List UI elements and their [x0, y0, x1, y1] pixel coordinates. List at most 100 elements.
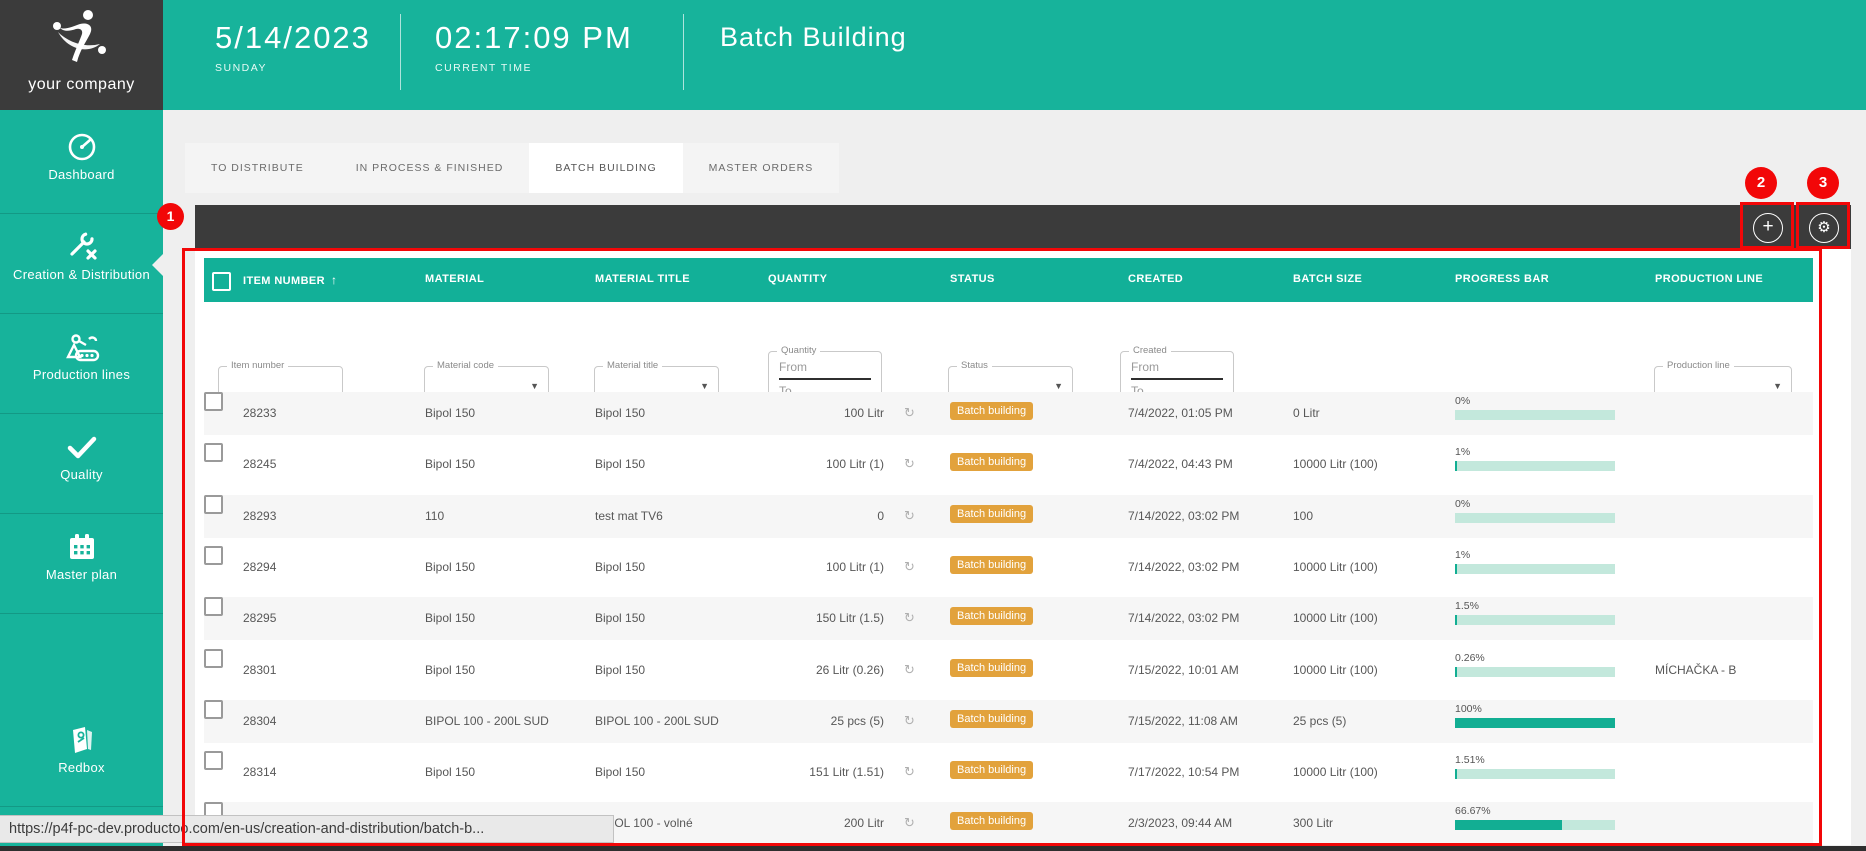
cell-item-number: 28294	[243, 560, 277, 574]
sidebar-item-quality[interactable]: Quality	[0, 413, 163, 514]
progress-bar-track	[1455, 513, 1615, 523]
cell-material: Bipol 150	[425, 663, 476, 677]
column-header-material-title[interactable]: MATERIAL TITLE	[595, 273, 690, 285]
sidebar-item-master-plan[interactable]: Master plan	[0, 513, 163, 614]
column-header-batch-size[interactable]: BATCH SIZE	[1293, 273, 1362, 285]
select-all-checkbox[interactable]	[212, 272, 231, 291]
row-checkbox[interactable]	[204, 751, 223, 770]
cell-quantity: 0	[877, 509, 884, 523]
tab-batch-building[interactable]: BATCH BUILDING	[529, 143, 683, 193]
header-divider	[683, 14, 684, 90]
cell-status: Batch building	[950, 812, 1034, 830]
cell-progress: 1%	[1455, 549, 1615, 574]
sidebar-item-dashboard[interactable]: Dashboard	[0, 113, 163, 214]
current-time: 02:17:09 PM	[435, 20, 633, 55]
progress-bar-track	[1455, 615, 1615, 625]
tab-in-process-finished[interactable]: IN PROCESS & FINISHED	[329, 143, 530, 193]
cell-progress: 0.26%	[1455, 652, 1615, 677]
cell-batch-size: 10000 Litr (100)	[1293, 457, 1378, 471]
cell-material-title: Bipol 150	[595, 663, 646, 677]
table-row[interactable]: 28293 110 test mat TV6 0 ↻ Batch building 7/14…	[204, 495, 1813, 538]
refresh-icon[interactable]: ↻	[904, 456, 915, 472]
table-row[interactable]: 28233 Bipol 150 Bipol 150 100 Litr ↻ Batch bu…	[204, 392, 1813, 435]
cell-item-number: 28233	[243, 406, 277, 420]
cell-batch-size: 300 Litr	[1293, 816, 1334, 830]
row-checkbox[interactable]	[204, 392, 223, 411]
cell-status: Batch building	[950, 761, 1034, 779]
chevron-down-icon[interactable]: ▼	[700, 381, 709, 391]
page-title: Batch Building	[720, 22, 907, 52]
column-header-created[interactable]: CREATED	[1128, 273, 1183, 285]
table-row[interactable]: 28294 Bipol 150 Bipol 150 100 Litr (1) ↻ Batc…	[204, 546, 1813, 589]
tools-icon	[0, 229, 163, 265]
refresh-icon[interactable]: ↻	[904, 815, 915, 831]
table-row[interactable]: 28301 Bipol 150 Bipol 150 26 Litr (0.26) ↻ Ba…	[204, 649, 1813, 692]
column-header-status[interactable]: STATUS	[950, 273, 995, 285]
calendar-icon	[0, 529, 163, 565]
status-badge: Batch building	[950, 710, 1034, 728]
chevron-down-icon[interactable]: ▼	[530, 381, 539, 391]
sidebar: Dashboard Creation & Distribution Produc…	[0, 110, 163, 851]
row-checkbox[interactable]	[204, 649, 223, 668]
cell-batch-size: 25 pcs (5)	[1293, 714, 1347, 728]
column-header-item-number[interactable]: ITEM NUMBER ↑	[243, 273, 337, 287]
row-checkbox[interactable]	[204, 546, 223, 565]
status-badge: Batch building	[950, 607, 1034, 625]
column-header-quantity[interactable]: QUANTITY	[768, 273, 827, 285]
progress-bar-track	[1455, 667, 1615, 677]
row-checkbox[interactable]	[204, 443, 223, 462]
refresh-icon[interactable]: ↻	[904, 508, 915, 524]
cell-material-title: Bipol 150	[595, 457, 646, 471]
progress-percent-label: 100%	[1455, 703, 1482, 715]
cell-batch-size: 10000 Litr (100)	[1293, 560, 1378, 574]
tab-master-orders[interactable]: MASTER ORDERS	[682, 143, 840, 193]
progress-percent-label: 66.67%	[1455, 805, 1491, 817]
row-checkbox[interactable]	[204, 597, 223, 616]
settings-button[interactable]: ⚙	[1809, 213, 1839, 243]
table-row[interactable]: 28245 Bipol 150 Bipol 150 100 Litr (1) ↻ Batc…	[204, 443, 1813, 486]
quantity-from-input[interactable]: From	[779, 360, 871, 380]
refresh-icon[interactable]: ↻	[904, 405, 915, 421]
sidebar-item-creation-distribution[interactable]: Creation & Distribution	[0, 213, 163, 314]
cell-progress: 0%	[1455, 395, 1615, 420]
created-from-input[interactable]: From	[1131, 360, 1223, 380]
refresh-icon[interactable]: ↻	[904, 713, 915, 729]
cell-material: Bipol 150	[425, 560, 476, 574]
current-date: 5/14/2023	[215, 20, 371, 55]
column-header-progress-bar[interactable]: PROGRESS BAR	[1455, 273, 1549, 285]
row-checkbox[interactable]	[204, 700, 223, 719]
sidebar-item-production-lines[interactable]: Production lines	[0, 313, 163, 414]
cell-item-number: 28314	[243, 765, 277, 779]
cell-created: 7/14/2022, 03:02 PM	[1128, 509, 1240, 523]
sidebar-item-redbox[interactable]: Redbox	[0, 706, 163, 807]
row-checkbox[interactable]	[204, 495, 223, 514]
tab-to-distribute[interactable]: TO DISTRIBUTE	[185, 143, 330, 193]
cell-material: Bipol 150	[425, 457, 476, 471]
cell-created: 7/17/2022, 10:54 PM	[1128, 765, 1240, 779]
refresh-icon[interactable]: ↻	[904, 662, 915, 678]
table-header-row: ITEM NUMBER ↑ MATERIAL MATERIAL TITLE QUA…	[204, 258, 1813, 302]
progress-bar-track	[1455, 718, 1615, 728]
column-header-material[interactable]: MATERIAL	[425, 273, 484, 285]
progress-bar-track	[1455, 564, 1615, 574]
header-time-block: 02:17:09 PM CURRENT TIME	[435, 20, 633, 74]
cell-created: 7/14/2022, 03:02 PM	[1128, 560, 1240, 574]
sidebar-item-label: Quality	[60, 467, 103, 482]
header-divider	[400, 14, 401, 90]
cell-material-title: test mat TV6	[595, 509, 663, 523]
chevron-down-icon[interactable]: ▼	[1773, 381, 1782, 391]
cell-quantity: 25 pcs (5)	[830, 714, 884, 728]
cell-created: 7/15/2022, 10:01 AM	[1128, 663, 1239, 677]
table-row[interactable]: 28304 BIPOL 100 - 200L SUD BIPOL 100 - 200…	[204, 700, 1813, 743]
refresh-icon[interactable]: ↻	[904, 559, 915, 575]
refresh-icon[interactable]: ↻	[904, 610, 915, 626]
cell-item-number: 28304	[243, 714, 277, 728]
refresh-icon[interactable]: ↻	[904, 764, 915, 780]
cell-quantity: 26 Litr (0.26)	[815, 663, 884, 677]
column-header-production-line[interactable]: PRODUCTION LINE	[1655, 273, 1763, 285]
table-row[interactable]: 28295 Bipol 150 Bipol 150 150 Litr (1.5) ↻ Ba…	[204, 597, 1813, 640]
table-row[interactable]: 28314 Bipol 150 Bipol 150 151 Litr (1.51) ↻ B…	[204, 751, 1813, 794]
cell-created: 7/4/2022, 04:43 PM	[1128, 457, 1233, 471]
add-button[interactable]: +	[1753, 213, 1783, 243]
chevron-down-icon[interactable]: ▼	[1054, 381, 1063, 391]
